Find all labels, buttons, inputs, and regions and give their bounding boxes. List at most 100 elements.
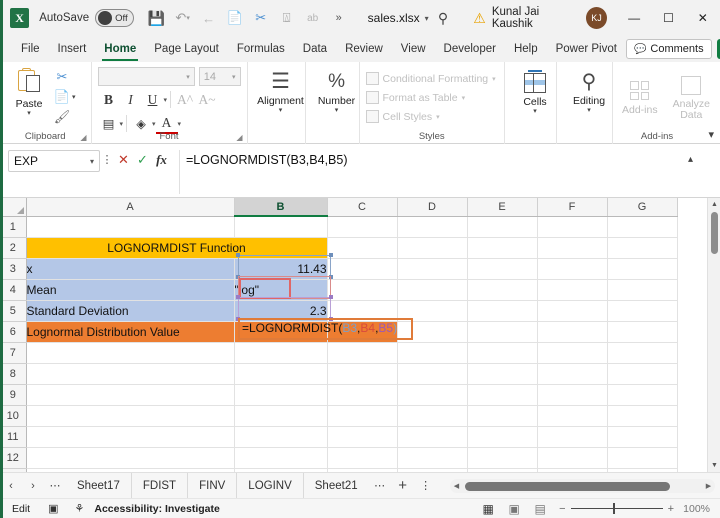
chevron-down-icon[interactable]: ▾ — [178, 120, 182, 128]
cell-d8[interactable] — [397, 363, 468, 385]
spelling-icon[interactable]: ab — [302, 7, 324, 29]
cell-e6[interactable] — [467, 321, 538, 343]
fx-icon[interactable]: fx — [152, 152, 171, 168]
analyze-data-button[interactable]: Analyze Data — [669, 73, 714, 121]
accessibility-icon[interactable]: ⚘ — [75, 502, 85, 515]
row-header-5[interactable]: 5 — [0, 300, 27, 322]
page-layout-view-icon[interactable]: ▣ — [501, 502, 527, 516]
tab-data[interactable]: Data — [294, 36, 336, 62]
vertical-scrollbar[interactable]: ▲ ▼ — [707, 198, 720, 472]
bold-button[interactable]: B — [98, 89, 120, 110]
column-header-a[interactable]: A — [26, 198, 235, 217]
tab-review[interactable]: Review — [336, 36, 392, 62]
horizontal-scrollbar-track[interactable] — [463, 481, 702, 491]
tab-help[interactable]: Help — [505, 36, 547, 62]
column-header-b[interactable]: B — [234, 198, 328, 217]
cell-d12[interactable] — [397, 447, 468, 469]
warning-icon[interactable]: ⚠ — [473, 10, 486, 27]
cell-d4[interactable] — [397, 279, 468, 301]
cell-g6[interactable] — [607, 321, 678, 343]
cell-g1[interactable] — [607, 216, 678, 238]
cell-e12[interactable] — [467, 447, 538, 469]
cell-e2[interactable] — [467, 237, 538, 259]
row-header-10[interactable]: 10 — [0, 405, 27, 427]
cell-e10[interactable] — [467, 405, 538, 427]
cancel-icon[interactable]: ✕ — [114, 152, 133, 168]
zoom-out-button[interactable]: − — [559, 503, 565, 515]
row-header-6[interactable]: 6 — [0, 321, 27, 343]
column-header-f[interactable]: F — [537, 198, 608, 217]
underline-button[interactable]: U — [142, 89, 164, 110]
cell-f10[interactable] — [537, 405, 608, 427]
cell-g7[interactable] — [607, 342, 678, 364]
row-header-4[interactable]: 4 — [0, 279, 27, 301]
cell-a10[interactable] — [26, 405, 235, 427]
row-header-9[interactable]: 9 — [0, 384, 27, 406]
cell-a3[interactable]: x — [26, 258, 235, 280]
chevron-down-icon[interactable]: ▾ — [27, 110, 31, 118]
name-box[interactable]: EXP ▾ — [8, 150, 100, 172]
cell-a9[interactable] — [26, 384, 235, 406]
cell-f4[interactable] — [537, 279, 608, 301]
tab-power-pivot[interactable]: Power Pivot — [547, 36, 626, 62]
sheet-list-ellipsis-icon[interactable]: ⋯ — [44, 479, 66, 492]
cell-f8[interactable] — [537, 363, 608, 385]
cell-f5[interactable] — [537, 300, 608, 322]
chevron-down-icon[interactable]: ▾ — [164, 96, 168, 104]
row-header-1[interactable]: 1 — [0, 216, 27, 238]
cell-a6[interactable]: Lognormal Distribution Value — [26, 321, 235, 343]
italic-button[interactable]: I — [120, 89, 142, 110]
cell-d2[interactable] — [397, 237, 468, 259]
chevron-down-icon[interactable]: ▾ — [533, 108, 537, 116]
scroll-down-icon[interactable]: ▼ — [708, 459, 720, 472]
cell-e8[interactable] — [467, 363, 538, 385]
accessibility-label[interactable]: Accessibility: Investigate — [94, 503, 219, 515]
minimize-button[interactable]: — — [617, 0, 651, 36]
cell-d5[interactable] — [397, 300, 468, 322]
cell-c8[interactable] — [327, 363, 398, 385]
number-button[interactable]: % Number ▾ — [312, 65, 362, 115]
conditional-formatting-button[interactable]: Conditional Formatting ▾ — [365, 69, 498, 88]
cell-d3[interactable] — [397, 258, 468, 280]
tab-page-layout[interactable]: Page Layout — [145, 36, 228, 62]
cell-c12[interactable] — [327, 447, 398, 469]
cell-c10[interactable] — [327, 405, 398, 427]
add-ins-button[interactable]: Add-ins — [619, 78, 661, 116]
column-header-c[interactable]: C — [327, 198, 398, 217]
cell-b9[interactable] — [234, 384, 328, 406]
spreadsheet-grid[interactable]: A B C D E F G 1 2 LOGNORMDIST Function 3… — [0, 198, 720, 472]
cut-icon[interactable]: ✂ — [250, 7, 272, 29]
normal-view-icon[interactable]: ▦ — [475, 502, 501, 516]
cell-f6[interactable] — [537, 321, 608, 343]
tab-file[interactable]: File — [12, 36, 49, 62]
cell-f11[interactable] — [537, 426, 608, 448]
comments-button[interactable]: 💬 Comments — [625, 39, 712, 59]
cell-b3[interactable]: 11.43 — [234, 258, 328, 280]
chevron-down-icon[interactable]: ▾ — [72, 93, 76, 101]
cell-c5[interactable] — [327, 300, 398, 322]
chevron-down-icon[interactable]: ▾ — [232, 73, 236, 81]
column-header-g[interactable]: G — [607, 198, 678, 217]
enter-icon[interactable]: ✓ — [133, 152, 152, 168]
sheet-tab-sheet17[interactable]: Sheet17 — [66, 472, 132, 499]
font-name-input[interactable]: ▾ — [97, 67, 195, 86]
sheet-tab-sheet21[interactable]: Sheet21 — [304, 473, 369, 499]
grow-font-button[interactable]: A^ — [174, 89, 196, 110]
cell-b11[interactable] — [234, 426, 328, 448]
formula-input[interactable]: =LOGNORMDIST(B3,B4,B5) ▴ — [179, 150, 699, 194]
cell-f9[interactable] — [537, 384, 608, 406]
font-dialog-launcher[interactable]: ◢ — [236, 133, 242, 142]
close-button[interactable]: ✕ — [686, 0, 720, 36]
cell-g2[interactable] — [607, 237, 678, 259]
sheet-overflow-ellipsis-icon[interactable]: ⋯ — [369, 479, 391, 492]
sheet-options-icon[interactable]: ⋮ — [415, 479, 437, 492]
cell-b5[interactable]: 2.3 — [234, 300, 328, 322]
cell-b8[interactable] — [234, 363, 328, 385]
cell-a11[interactable] — [26, 426, 235, 448]
account-name[interactable]: Kunal Jai Kaushik — [492, 6, 579, 30]
cell-e4[interactable] — [467, 279, 538, 301]
chevron-right-icon[interactable]: › — [22, 480, 44, 492]
zoom-in-button[interactable]: + — [668, 503, 674, 515]
cell-c2[interactable] — [327, 237, 398, 259]
chevron-down-icon[interactable]: ▾ — [335, 107, 339, 115]
